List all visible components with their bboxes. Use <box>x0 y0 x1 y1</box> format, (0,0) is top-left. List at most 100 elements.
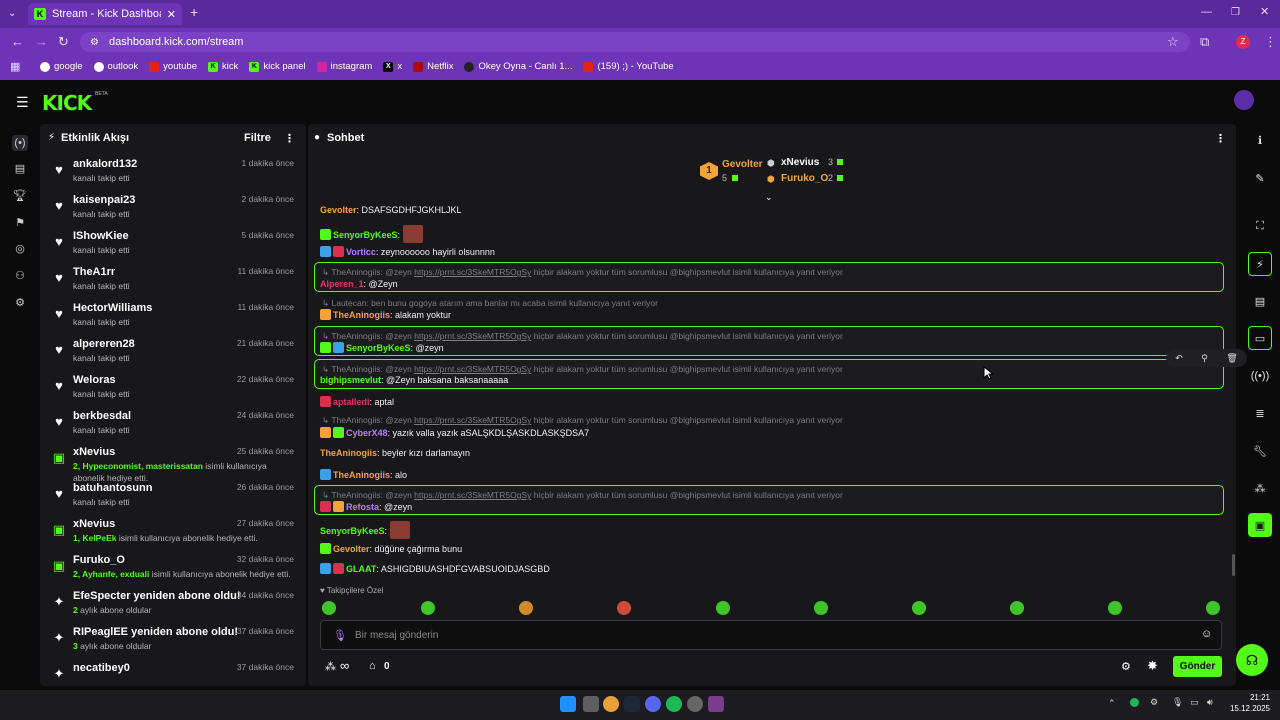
bookmark-youtube-video[interactable]: (159) ;) - YouTube <box>583 61 674 72</box>
chrome-taskbar-icon[interactable] <box>603 696 619 712</box>
address-bar[interactable]: ⚙ dashboard.kick.com/stream <box>80 32 1190 52</box>
emote-item[interactable] <box>617 601 631 615</box>
screen-capture-icon[interactable]: ⛶ <box>1248 214 1272 238</box>
tab-close-icon[interactable]: ✕ <box>167 8 176 21</box>
search-taskbar-icon[interactable] <box>583 696 599 712</box>
bot-nav-icon[interactable]: ◎ <box>12 241 28 257</box>
pin-icon[interactable]: ⚲ <box>1201 353 1208 364</box>
support-headset-icon[interactable]: ☊ <box>1236 644 1268 676</box>
activity-user[interactable]: HectorWilliams <box>73 302 152 314</box>
emote-item[interactable] <box>519 601 533 615</box>
emote-menu-icon[interactable]: ✸ <box>1147 658 1158 674</box>
chat-message[interactable]: aptalledi: aptal <box>320 396 394 407</box>
chat-message[interactable]: SenyorByKeeS: <box>320 521 411 539</box>
bookmark-kick[interactable]: Kkick <box>207 61 238 72</box>
activity-user[interactable]: ankalord132 <box>73 158 137 170</box>
notes-icon[interactable]: ▤ <box>1248 289 1272 313</box>
chat-input-box[interactable]: 🎙︎ Bir mesaj gönderin ☺ <box>320 620 1222 650</box>
app-taskbar-icon[interactable] <box>687 696 703 712</box>
tray-mic-icon[interactable]: 🎙︎ <box>1172 697 1183 708</box>
user-avatar[interactable] <box>1234 90 1254 110</box>
chat-settings-icon[interactable]: ⚙ <box>1121 660 1131 673</box>
microphone-icon[interactable]: 🎙︎ <box>333 629 347 642</box>
activity-bolt-toggle-icon[interactable]: ⚡︎ <box>1248 252 1272 276</box>
emote-item[interactable] <box>814 601 828 615</box>
tray-steam-icon[interactable]: ⚙ <box>1150 697 1158 708</box>
tray-volume-icon[interactable]: 🔊︎ <box>1207 697 1213 708</box>
activity-user[interactable]: batuhantosunn <box>73 482 152 494</box>
activity-user[interactable]: xNevius <box>73 518 115 530</box>
activity-user[interactable]: berkbesdal <box>73 410 131 422</box>
chat-toggle-icon[interactable]: ▭ <box>1248 326 1272 350</box>
layers-icon[interactable]: ≣ <box>1248 401 1272 425</box>
activity-item[interactable]: ✦ EfeSpecter yeniden abone oldu! 34 dakika… <box>40 588 306 624</box>
window-close-icon[interactable]: ✕ <box>1260 6 1269 19</box>
activity-user[interactable]: IShowKiee <box>73 230 129 242</box>
bookmark-youtube[interactable]: youtube <box>149 61 197 72</box>
second-place-name[interactable]: xNevius <box>781 157 819 168</box>
back-icon[interactable]: ← <box>11 35 24 48</box>
tray-chevron-icon[interactable]: ⌃ <box>1108 698 1116 709</box>
activity-user[interactable]: Weloras <box>73 374 116 386</box>
emote-item[interactable] <box>1010 601 1024 615</box>
apps-grid-icon[interactable]: ▦ <box>10 61 20 74</box>
app-extension-icon[interactable]: ▣ <box>1248 513 1272 537</box>
chat-username[interactable]: TheAninogiis <box>320 448 377 458</box>
chat-message[interactable]: Vorticc: zeynoooooo hayirli olsunnnn <box>320 246 495 257</box>
reply-context[interactable]: ↳ TheAninogiis: @zeyn https://prnt.sc/3S… <box>322 267 843 278</box>
activity-user[interactable]: Furuko_O <box>73 554 125 566</box>
bookmark-netflix[interactable]: Netflix <box>413 61 453 72</box>
bookmark-kick-panel[interactable]: Kkick panel <box>249 61 306 72</box>
third-place-name[interactable]: Furuko_O <box>781 173 828 184</box>
clock-date[interactable]: 15.12.2025 <box>1222 704 1270 713</box>
new-tab-icon[interactable]: + <box>190 5 198 19</box>
chat-username[interactable]: Gevolter <box>333 544 370 554</box>
activity-item[interactable]: ♥ HectorWilliams 11 dakika önce kanalı taki… <box>40 300 306 336</box>
active-app-taskbar-icon[interactable] <box>708 696 724 712</box>
delete-icon[interactable]: 🗑︎ <box>1226 353 1237 364</box>
reply-context[interactable]: ↳ TheAninogiis: @zeyn https://prnt.sc/3S… <box>322 364 843 375</box>
minimize-icon[interactable]: — <box>1201 6 1212 19</box>
activity-user[interactable]: kaisenpai23 <box>73 194 135 206</box>
chat-username[interactable]: SenyorByKeeS <box>346 343 411 353</box>
reload-icon[interactable]: ↻ <box>58 35 69 48</box>
bookmark-okey[interactable]: Okey Oyna - Canlı 1... <box>464 61 572 72</box>
chat-username[interactable]: TheAninogiis <box>333 310 390 320</box>
chat-username[interactable]: CyberX48 <box>346 428 388 438</box>
activity-item[interactable]: ♥ batuhantosunn 26 dakika önce kanalı takip… <box>40 480 306 516</box>
community-nav-icon[interactable]: ⚑ <box>12 215 28 231</box>
chat-username[interactable]: Gevolter <box>320 205 357 215</box>
reply-link[interactable]: https://prnt.sc/3SkeMTR5OgSy <box>414 415 531 425</box>
activity-user[interactable]: RIPeaglEE yeniden abone oldu! <box>73 626 238 638</box>
site-info-icon[interactable]: ⚙ <box>90 37 99 48</box>
stream-nav-icon[interactable]: (•) <box>12 135 28 151</box>
reply-link[interactable]: https://prnt.sc/3SkeMTR5OgSy <box>414 267 531 277</box>
bookmark-google[interactable]: google <box>40 61 83 72</box>
activity-item[interactable]: ♥ Weloras 22 dakika önce kanalı takip etti <box>40 372 306 408</box>
chat-message[interactable]: CyberX48: yazık valla yazık aSALŞKDLŞASK… <box>320 427 589 438</box>
extensions-icon[interactable]: ⧉ <box>1200 35 1209 48</box>
chat-username[interactable]: Vorticc <box>346 247 376 257</box>
restore-icon[interactable]: ❐ <box>1231 6 1240 19</box>
chat-username[interactable]: SenyorByKeeS <box>320 526 385 536</box>
analytics-nav-icon[interactable]: ▤ <box>12 161 28 177</box>
emote-item[interactable] <box>912 601 926 615</box>
forward-icon[interactable]: → <box>35 35 48 48</box>
bookmark-star-icon[interactable]: ☆ <box>1167 35 1179 48</box>
chat-message[interactable]: Refosta: @zeyn <box>320 501 412 512</box>
settings-nav-icon[interactable]: ⚙ <box>12 295 28 311</box>
bookmark-x[interactable]: Xx <box>383 61 402 72</box>
reply-context[interactable]: ↳ TheAninogiis: @zeyn https://prnt.sc/3S… <box>322 415 843 426</box>
emote-item[interactable] <box>322 601 336 615</box>
chat-message[interactable]: Gevolter: DSAFSGDHFJGKHLJKL <box>320 205 462 215</box>
profile-avatar[interactable]: Z <box>1236 35 1250 49</box>
reply-icon[interactable]: ↶ <box>1175 353 1183 364</box>
reply-context[interactable]: ↳ Lautecan: ben bunu gogoya atarım ama b… <box>322 298 658 309</box>
activity-item[interactable]: ♥ kaisenpai23 2 dakika önce kanalı takip et… <box>40 192 306 228</box>
activity-item[interactable]: ▣ xNevius 25 dakika önce 2, Hypeconomist, m… <box>40 444 306 483</box>
info-icon[interactable]: ℹ <box>1248 128 1272 152</box>
activity-item[interactable]: ✦ necatibey0 37 dakika önce <box>40 660 306 686</box>
activity-item[interactable]: ▣ Furuko_O 32 dakika önce 2, Ayhanfe, exdua… <box>40 552 306 588</box>
chat-menu-icon[interactable]: ⋮ <box>1215 132 1226 145</box>
emote-item[interactable] <box>1108 601 1122 615</box>
